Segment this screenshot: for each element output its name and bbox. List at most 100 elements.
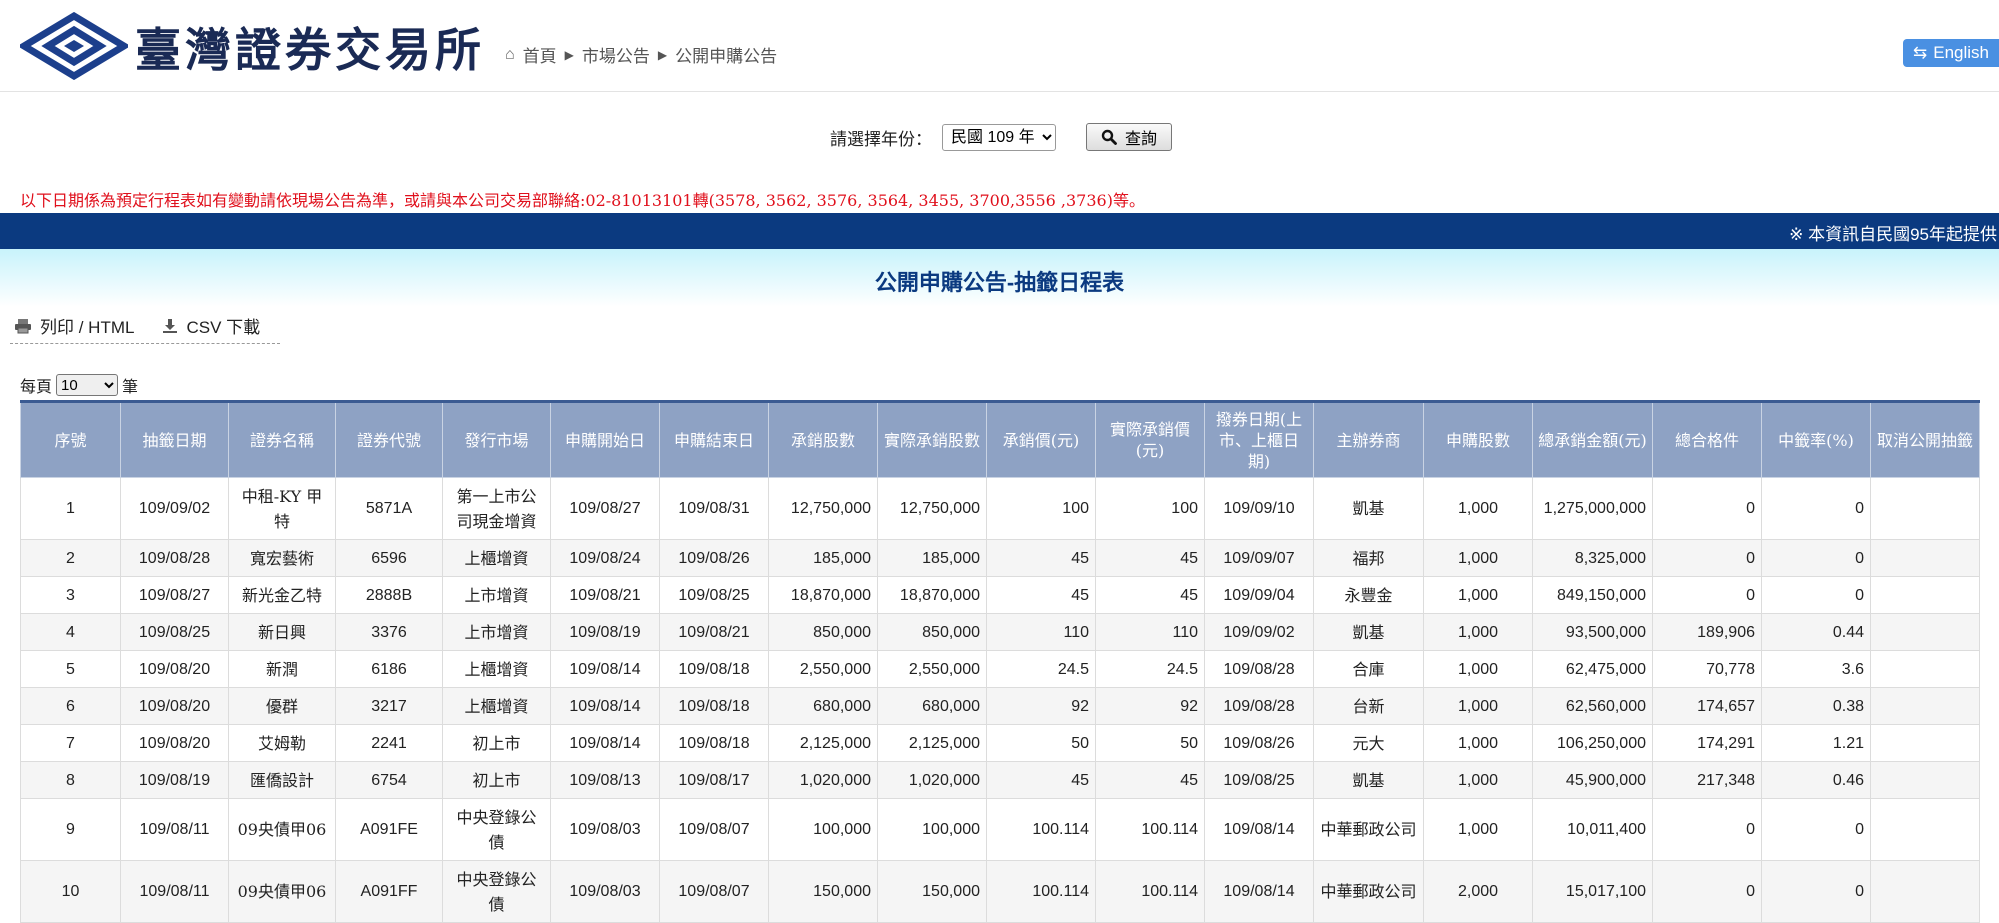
table-cell: 109/08/27: [120, 576, 229, 614]
table-cell: 100: [986, 477, 1096, 540]
column-header: 承銷股數: [768, 400, 878, 478]
table-cell: 0: [1761, 539, 1871, 577]
table-cell: 8,325,000: [1532, 539, 1653, 577]
table-cell: 850,000: [768, 613, 878, 651]
table-cell: 合庫: [1313, 650, 1424, 688]
table-cell: 150,000: [877, 860, 987, 923]
table-cell: 3: [20, 576, 121, 614]
column-header: 申購開始日: [550, 400, 660, 478]
table-cell: 109/08/14: [550, 724, 660, 762]
table-cell: 109/08/19: [550, 613, 660, 651]
table-cell: 109/08/14: [1204, 860, 1314, 923]
table-cell: 寬宏藝術: [228, 539, 336, 577]
column-header: 總合格件: [1652, 400, 1762, 478]
table-cell: 0: [1652, 539, 1762, 577]
table-row: 5 109/08/20 新潤 6186 上櫃增資 109/08/14 109/08/18 2,…: [20, 650, 1980, 688]
column-header: 申購股數: [1423, 400, 1533, 478]
table-cell: 45,900,000: [1532, 761, 1653, 799]
table-cell: 15,017,100: [1532, 860, 1653, 923]
table-cell: 中央登錄公債: [442, 860, 551, 923]
table-cell: 1,000: [1423, 650, 1533, 688]
table-cell: 24.5: [1095, 650, 1205, 688]
english-label: English: [1933, 43, 1989, 62]
column-header: 實際承銷價(元): [1095, 400, 1205, 478]
table-cell: 2,550,000: [768, 650, 878, 688]
column-header: 證券名稱: [228, 400, 336, 478]
breadcrumb-market-notice[interactable]: 市場公告: [582, 42, 650, 67]
table-cell: 24.5: [986, 650, 1096, 688]
table-cell: 109/08/14: [550, 650, 660, 688]
table-cell: 0: [1761, 860, 1871, 923]
table-cell: 109/08/27: [550, 477, 660, 540]
table-cell: 189,906: [1652, 613, 1762, 651]
print-button[interactable]: 列印 / HTML: [14, 313, 134, 338]
table-cell: 109/08/03: [550, 860, 660, 923]
table-cell: 109/08/07: [659, 798, 769, 861]
table-cell: 6: [20, 687, 121, 725]
page-title: 公開申購公告-抽籤日程表: [874, 270, 1125, 295]
year-select[interactable]: 民國 109 年: [942, 123, 1056, 151]
table-cell: 初上市: [442, 724, 551, 762]
table-cell: 永豐金: [1313, 576, 1424, 614]
per-page-prefix: 每頁: [20, 377, 53, 396]
table-cell: 中華郵政公司: [1313, 798, 1424, 861]
table-cell: 凱基: [1313, 761, 1424, 799]
table-cell: 100: [1095, 477, 1205, 540]
table-cell: 100.114: [986, 798, 1096, 861]
table-cell: 62,475,000: [1532, 650, 1653, 688]
table-cell: 10: [20, 860, 121, 923]
table-cell: 0: [1652, 477, 1762, 540]
table-cell: 3217: [335, 687, 443, 725]
table-cell: 185,000: [877, 539, 987, 577]
table-cell: 109/08/28: [1204, 687, 1314, 725]
table-cell: 6596: [335, 539, 443, 577]
table-cell: 初上市: [442, 761, 551, 799]
table-cell: 6186: [335, 650, 443, 688]
printer-icon: [15, 318, 31, 333]
table-cell: 70,778: [1652, 650, 1762, 688]
table-cell: 1: [20, 477, 121, 540]
table-header-row: 序號 抽籤日期 證券名稱 證券代號 發行市場 申購開始日 申購結束日 承銷股數 實際承銷股數 承銷…: [20, 400, 1980, 478]
table-cell: 109/08/20: [120, 687, 229, 725]
table-cell: 2,125,000: [768, 724, 878, 762]
breadcrumb-home[interactable]: 首頁: [523, 42, 557, 67]
info-bar: ※ 本資訊自民國95年起提供: [0, 213, 1999, 249]
table-cell: 1,020,000: [877, 761, 987, 799]
table-cell: 109/08/26: [1204, 724, 1314, 762]
table-row: 7 109/08/20 艾姆勒 2241 初上市 109/08/14 109/08/18 2,…: [20, 724, 1980, 762]
twse-logo[interactable]: [20, 12, 128, 80]
toolbar: 列印 / HTML CSV 下載: [10, 308, 280, 344]
table-cell: 1,000: [1423, 539, 1533, 577]
csv-download-button[interactable]: CSV 下載: [162, 313, 260, 338]
table-cell: 45: [1095, 576, 1205, 614]
table-row: 10 109/08/11 09央債甲06 A091FF 中央登錄公債 109/08/03 1…: [20, 860, 1980, 923]
table-cell: 2,550,000: [877, 650, 987, 688]
breadcrumb-current[interactable]: 公開申購公告: [675, 42, 777, 67]
table-cell: 109/09/10: [1204, 477, 1314, 540]
table-cell: 185,000: [768, 539, 878, 577]
table-cell: 109/08/28: [1204, 650, 1314, 688]
english-button[interactable]: ⇆ English: [1902, 39, 1999, 67]
brand-title[interactable]: 臺灣證券交易所: [135, 14, 485, 80]
table-cell: 中央登錄公債: [442, 798, 551, 861]
table-cell: 福邦: [1313, 539, 1424, 577]
column-header: 發行市場: [442, 400, 551, 478]
table-cell: 45: [986, 539, 1096, 577]
table-cell: [1870, 798, 1980, 861]
table-cell: 上櫃增資: [442, 650, 551, 688]
breadcrumb: ⌂ 首頁 ▶ 市場公告 ▶ 公開申購公告: [505, 42, 777, 67]
table-cell: 6754: [335, 761, 443, 799]
query-button[interactable]: 查詢: [1086, 123, 1172, 151]
year-filter: 請選擇年份： 民國 109 年 查詢: [830, 123, 1172, 151]
table-cell: 109/08/20: [120, 650, 229, 688]
per-page-suffix: 筆: [122, 377, 139, 396]
table-cell: 18,870,000: [877, 576, 987, 614]
table-cell: 109/08/11: [120, 860, 229, 923]
table-cell: 8: [20, 761, 121, 799]
per-page-select[interactable]: 10: [56, 374, 119, 396]
table-cell: 上櫃增資: [442, 687, 551, 725]
column-header: 抽籤日期: [120, 400, 229, 478]
table-row: 2 109/08/28 寬宏藝術 6596 上櫃增資 109/08/24 109/08/26…: [20, 539, 1980, 577]
table-cell: [1870, 761, 1980, 799]
table-cell: 第一上市公司現金增資: [442, 477, 551, 540]
